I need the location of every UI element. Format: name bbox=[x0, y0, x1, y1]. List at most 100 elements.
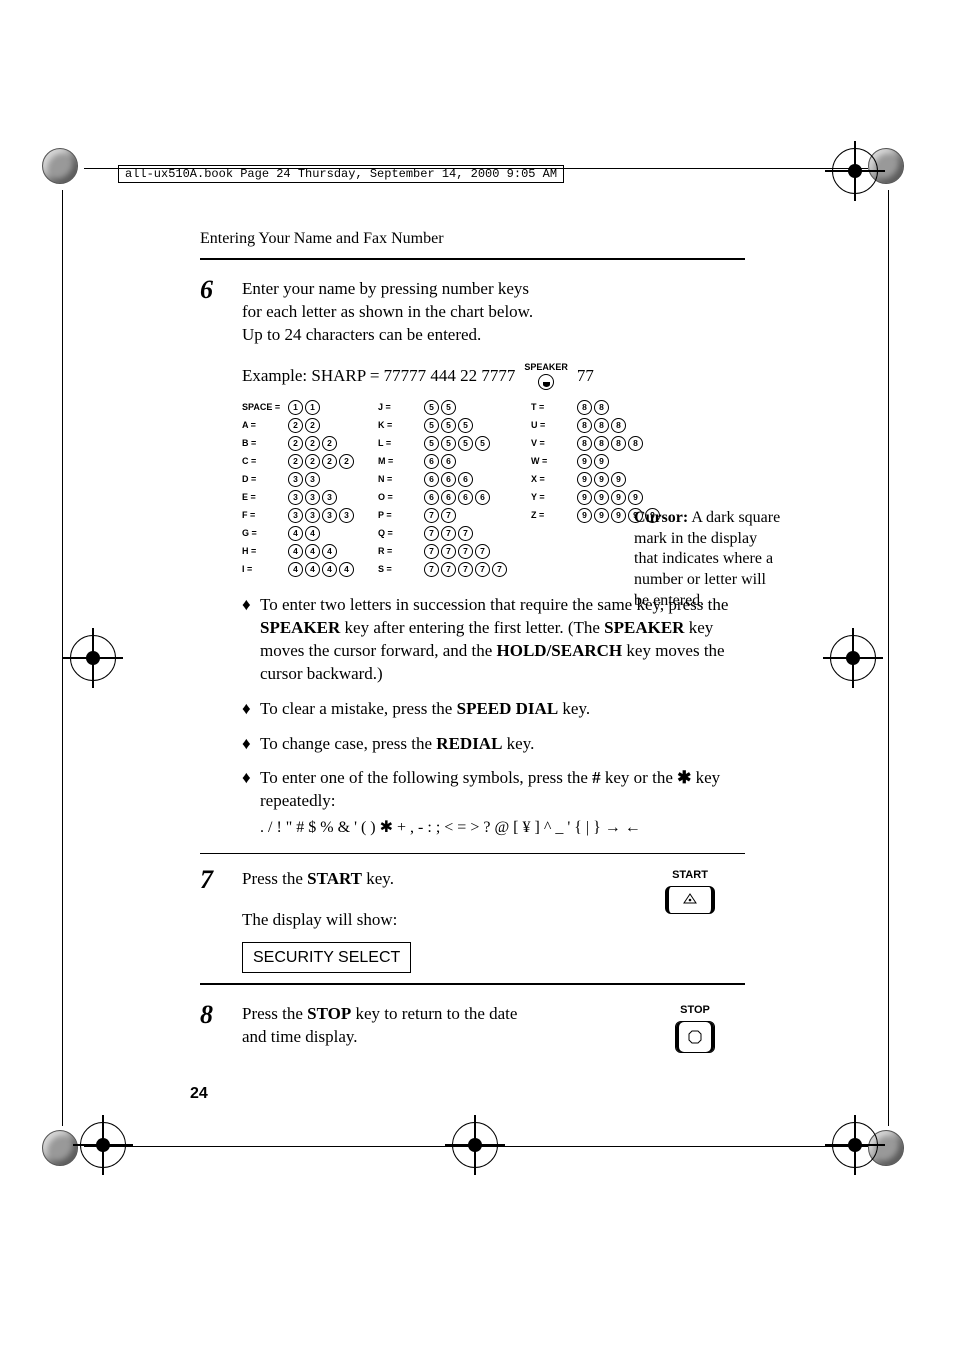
regmark-cross bbox=[832, 1122, 878, 1168]
regmark-corner bbox=[42, 1130, 78, 1166]
section-title: Entering Your Name and Fax Number bbox=[200, 230, 745, 248]
number-key-icon: 3 bbox=[288, 508, 303, 523]
step-number: 6 bbox=[200, 278, 242, 347]
book-header: all-ux510A.book Page 24 Thursday, Septem… bbox=[118, 165, 564, 183]
chart-row: S =77777 bbox=[378, 562, 507, 577]
regmark-cross bbox=[452, 1122, 498, 1168]
text-bold: STOP bbox=[307, 1004, 351, 1023]
number-key-icon: 7 bbox=[441, 562, 456, 577]
number-key-icon: 7 bbox=[492, 562, 507, 577]
number-key-icon: 6 bbox=[441, 454, 456, 469]
chart-row-label: Y = bbox=[531, 492, 575, 502]
number-key-icon: 9 bbox=[628, 490, 643, 505]
chart-row: SPACE =11 bbox=[242, 400, 354, 415]
chart-row: C =2222 bbox=[242, 454, 354, 469]
chart-column: SPACE =11A =22B =222C =2222D =33E =333F … bbox=[242, 400, 354, 580]
number-key-icon: 7 bbox=[458, 562, 473, 577]
number-key-icon: 7 bbox=[424, 544, 439, 559]
cursor-note-bold: Cursor: bbox=[634, 509, 688, 526]
chart-row: L =5555 bbox=[378, 436, 507, 451]
bullet-text: To enter one of the following symbols, p… bbox=[260, 767, 745, 838]
chart-row-label: H = bbox=[242, 546, 286, 556]
example-suffix: 77 bbox=[577, 366, 594, 386]
number-key-icon: 4 bbox=[339, 562, 354, 577]
number-key-icon: 2 bbox=[305, 436, 320, 451]
number-key-icon: 8 bbox=[594, 418, 609, 433]
step8-text: Press the STOP key to return to the date… bbox=[242, 1003, 542, 1049]
number-key-icon: 3 bbox=[322, 508, 337, 523]
number-key-icon: 5 bbox=[475, 436, 490, 451]
number-key-icon: 1 bbox=[288, 400, 303, 415]
chart-row: G =44 bbox=[242, 526, 354, 541]
bullet-item: ♦To change case, press the REDIAL key. bbox=[242, 733, 745, 756]
step-number: 8 bbox=[200, 1003, 242, 1053]
chart-row: J =55 bbox=[378, 400, 507, 415]
speaker-label: SPEAKER bbox=[524, 363, 568, 372]
frame-line bbox=[888, 190, 889, 1126]
chart-row-label: B = bbox=[242, 438, 286, 448]
number-key-icon: 6 bbox=[424, 490, 439, 505]
number-key-icon: 7 bbox=[475, 544, 490, 559]
chart-row-label: K = bbox=[378, 420, 422, 430]
number-key-icon: 2 bbox=[288, 454, 303, 469]
chart-row: Y =9999 bbox=[531, 490, 660, 505]
step-number: 7 bbox=[200, 868, 242, 973]
chart-row-label: G = bbox=[242, 528, 286, 538]
chart-row-label: L = bbox=[378, 438, 422, 448]
step7-line2: The display will show: bbox=[242, 909, 657, 932]
speaker-circle-icon bbox=[538, 374, 554, 390]
chart-row: A =22 bbox=[242, 418, 354, 433]
number-key-icon: 3 bbox=[288, 490, 303, 505]
step-7: 7 Press the START key. The display will … bbox=[200, 868, 745, 973]
number-key-icon: 3 bbox=[305, 508, 320, 523]
key-chart: Cursor: A dark square mark in the displa… bbox=[242, 400, 745, 580]
chart-row-label: O = bbox=[378, 492, 422, 502]
step7-line1: Press the START key. bbox=[242, 868, 657, 891]
number-key-icon: 6 bbox=[458, 490, 473, 505]
number-key-icon: 6 bbox=[475, 490, 490, 505]
chart-row-label: X = bbox=[531, 474, 575, 484]
chart-row: K =555 bbox=[378, 418, 507, 433]
chart-row: U =888 bbox=[531, 418, 660, 433]
chart-row-label: P = bbox=[378, 510, 422, 520]
chart-row-label: J = bbox=[378, 402, 422, 412]
chart-row: E =333 bbox=[242, 490, 354, 505]
number-key-icon: 9 bbox=[594, 472, 609, 487]
number-key-icon: 3 bbox=[288, 472, 303, 487]
chart-row-label: U = bbox=[531, 420, 575, 430]
regmark-cross bbox=[830, 635, 876, 681]
chart-row-label: W = bbox=[531, 456, 575, 466]
step-text: Enter your name by pressing number keys … bbox=[242, 278, 542, 347]
chart-row-label: T = bbox=[531, 402, 575, 412]
number-key-icon: 5 bbox=[458, 418, 473, 433]
step-8: 8 Press the STOP key to return to the da… bbox=[200, 1003, 745, 1053]
start-label: START bbox=[672, 868, 708, 883]
step-6: 6 Enter your name by pressing number key… bbox=[200, 278, 745, 347]
number-key-icon: 4 bbox=[305, 544, 320, 559]
number-key-icon: 2 bbox=[322, 436, 337, 451]
stop-button-icon: STOP bbox=[675, 1003, 745, 1053]
number-key-icon: 7 bbox=[475, 562, 490, 577]
number-key-icon: 3 bbox=[305, 490, 320, 505]
start-button-icon: START bbox=[665, 868, 745, 914]
frame-line bbox=[84, 1146, 868, 1147]
chart-row: Q =777 bbox=[378, 526, 507, 541]
regmark-corner bbox=[42, 148, 78, 184]
number-key-icon: 5 bbox=[441, 400, 456, 415]
number-key-icon: 8 bbox=[611, 418, 626, 433]
number-key-icon: 8 bbox=[577, 418, 592, 433]
chart-row: W =99 bbox=[531, 454, 660, 469]
number-key-icon: 3 bbox=[305, 472, 320, 487]
number-key-icon: 4 bbox=[305, 562, 320, 577]
example-line: Example: SHARP = 77777 444 22 7777 SPEAK… bbox=[242, 363, 745, 390]
chart-row-label: Z = bbox=[531, 510, 575, 520]
chart-row-label: S = bbox=[378, 564, 422, 574]
rule bbox=[200, 853, 745, 854]
display-box: SECURITY SELECT bbox=[242, 942, 411, 974]
text-bold: START bbox=[307, 869, 362, 888]
rule bbox=[200, 983, 745, 985]
chart-row: B =222 bbox=[242, 436, 354, 451]
symbols-line: . / ! " # $ % & ' ( ) ✱ + , - : ; < = > … bbox=[260, 817, 745, 839]
number-key-icon: 5 bbox=[424, 400, 439, 415]
number-key-icon: 3 bbox=[322, 490, 337, 505]
